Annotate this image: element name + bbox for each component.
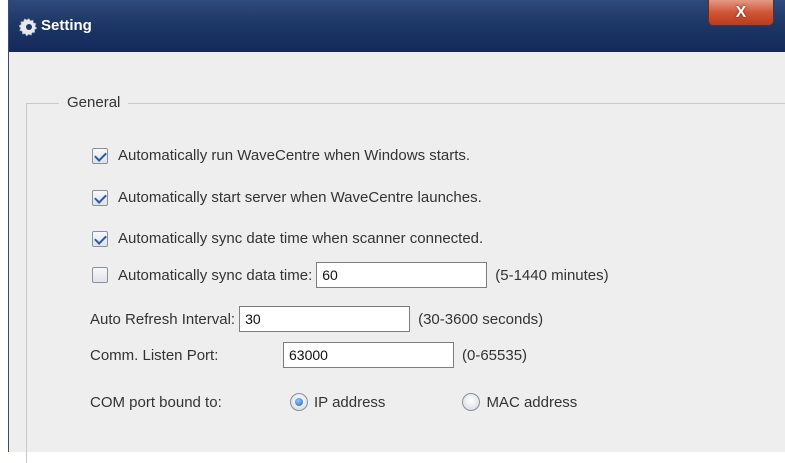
listen-port-input[interactable] xyxy=(283,342,454,368)
refresh-interval-input[interactable] xyxy=(239,306,411,332)
settings-window: Setting X General Automatically run Wave… xyxy=(8,0,785,463)
title-bar[interactable]: Setting X xyxy=(9,0,785,52)
close-button[interactable]: X xyxy=(708,0,774,26)
checkbox-sync-interval[interactable] xyxy=(92,267,108,283)
sync-interval-unit: (5-1440 minutes) xyxy=(495,266,609,284)
general-group-legend: General xyxy=(59,94,129,111)
radio-ip-address[interactable]: IP address xyxy=(290,393,385,411)
sync-interval-label: Automatically sync data time: xyxy=(118,266,313,284)
checkbox-run-on-startup[interactable] xyxy=(92,147,108,164)
option-start-server[interactable]: Automatically start server when WaveCent… xyxy=(92,189,482,206)
radio-mac-address[interactable]: MAC address xyxy=(462,393,577,411)
radio-mac-address-button[interactable] xyxy=(462,393,481,411)
com-port-label: COM port bound to: xyxy=(90,393,222,411)
refresh-interval-label: Auto Refresh Interval: xyxy=(90,310,236,328)
listen-port-row: Comm. Listen Port: (0-65535) xyxy=(90,342,527,368)
radio-ip-address-button[interactable] xyxy=(290,393,308,411)
gear-icon xyxy=(19,18,38,37)
listen-port-unit: (0-65535) xyxy=(462,346,528,364)
option-sync-on-connect-label: Automatically sync date time when scanne… xyxy=(118,230,484,247)
option-sync-interval[interactable]: Automatically sync data time: (5-1440 mi… xyxy=(92,262,609,288)
option-start-server-label: Automatically start server when WaveCent… xyxy=(118,189,482,206)
option-run-on-startup-label: Automatically run WaveCentre when Window… xyxy=(118,147,471,164)
window-title: Setting xyxy=(41,17,92,34)
sync-interval-input[interactable] xyxy=(316,262,488,288)
com-port-row: COM port bound to: IP address MAC addres… xyxy=(90,393,577,411)
refresh-interval-row: Auto Refresh Interval: (30-3600 seconds) xyxy=(90,306,543,332)
checkbox-start-server[interactable] xyxy=(92,189,108,206)
checkbox-sync-on-connect[interactable] xyxy=(92,230,108,247)
radio-ip-address-label: IP address xyxy=(314,393,386,411)
refresh-interval-unit: (30-3600 seconds) xyxy=(418,310,544,328)
radio-mac-address-label: MAC address xyxy=(486,393,578,411)
close-icon: X xyxy=(735,3,747,21)
listen-port-label: Comm. Listen Port: xyxy=(90,346,219,364)
option-run-on-startup[interactable]: Automatically run WaveCentre when Window… xyxy=(92,147,470,164)
option-sync-on-connect[interactable]: Automatically sync date time when scanne… xyxy=(92,230,483,247)
